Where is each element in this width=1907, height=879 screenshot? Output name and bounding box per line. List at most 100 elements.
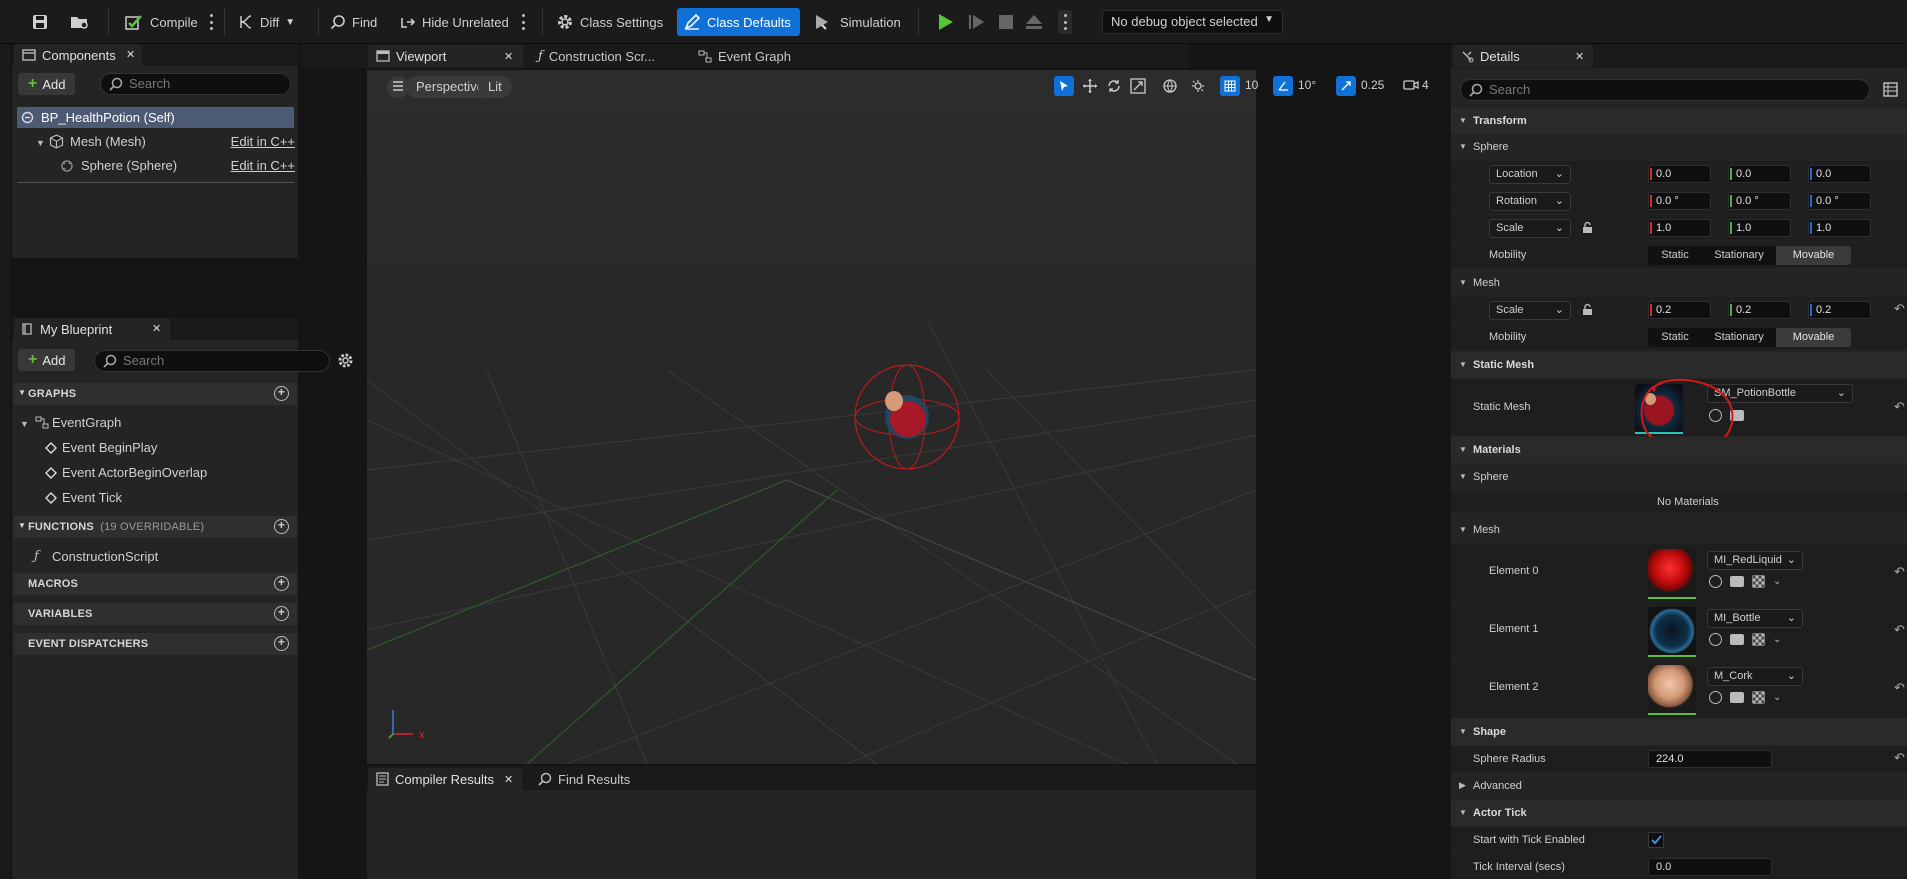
- details-search-input[interactable]: Search: [1460, 79, 1870, 101]
- scale-tool[interactable]: [1130, 78, 1146, 97]
- reset-to-default-icon[interactable]: ↶: [1894, 399, 1905, 415]
- stop-button[interactable]: [998, 14, 1014, 30]
- class-defaults-button[interactable]: Class Defaults: [677, 8, 800, 36]
- reset-to-default-icon[interactable]: ↶: [1894, 680, 1905, 696]
- variables-section-header[interactable]: VARIABLES +: [14, 603, 297, 625]
- materials-sphere-subsection[interactable]: ▼ Sphere: [1451, 464, 1907, 490]
- start-tick-checkbox[interactable]: [1648, 832, 1664, 848]
- browse-folder-icon[interactable]: [1730, 692, 1744, 703]
- sphere-subsection-header[interactable]: ▼ Sphere: [1451, 134, 1907, 160]
- mesh-scale-x-field[interactable]: 0.2: [1648, 301, 1711, 319]
- translate-tool[interactable]: [1082, 78, 1098, 97]
- camera-speed-button[interactable]: [1403, 79, 1419, 94]
- grid-snap-value[interactable]: 10: [1245, 78, 1258, 92]
- scale-snap-value[interactable]: 0.25: [1361, 78, 1384, 92]
- settings-gear-icon[interactable]: [337, 352, 354, 369]
- dispatchers-section-header[interactable]: EVENT DISPATCHERS +: [14, 633, 297, 655]
- scale-z-field[interactable]: 1.0: [1808, 219, 1871, 237]
- material-picker[interactable]: MI_Bottle ⌄: [1707, 609, 1803, 628]
- event-item[interactable]: Event Tick: [62, 490, 122, 505]
- reset-to-default-icon[interactable]: ↶: [1894, 301, 1905, 317]
- viewport-canvas[interactable]: x Perspective Lit: [367, 70, 1256, 764]
- mobility-movable-option[interactable]: Movable: [1776, 246, 1851, 265]
- rotation-snap-toggle[interactable]: [1273, 76, 1293, 96]
- tab-details[interactable]: Details ✕: [1453, 45, 1593, 67]
- compile-button[interactable]: Compile: [118, 8, 204, 36]
- play-options-button[interactable]: [1058, 10, 1072, 34]
- location-x-field[interactable]: 0.0: [1648, 165, 1711, 183]
- use-selected-icon[interactable]: [1709, 691, 1722, 704]
- edit-in-cpp-link[interactable]: Edit in C++: [231, 134, 295, 149]
- tab-viewport[interactable]: Viewport ✕: [368, 45, 523, 67]
- play-button[interactable]: [938, 13, 954, 31]
- mobility-stationary-option[interactable]: Stationary: [1702, 246, 1776, 265]
- lock-icon[interactable]: [1581, 221, 1594, 237]
- graphs-section-header[interactable]: ▼ GRAPHS +: [14, 383, 297, 405]
- add-function-button[interactable]: +: [274, 519, 289, 534]
- location-dropdown[interactable]: Location ⌄: [1489, 165, 1571, 184]
- material-picker[interactable]: MI_RedLiquid ⌄: [1707, 551, 1803, 570]
- scale-snap-toggle[interactable]: [1336, 76, 1356, 96]
- event-item[interactable]: Event BeginPlay: [62, 440, 157, 455]
- close-icon[interactable]: ✕: [126, 48, 135, 61]
- select-tool[interactable]: [1054, 76, 1074, 96]
- diff-button[interactable]: Diff ▼: [232, 8, 301, 36]
- advanced-row[interactable]: ▶ Advanced: [1451, 773, 1907, 799]
- tab-components[interactable]: Components ✕: [14, 44, 142, 66]
- browse-folder-icon[interactable]: [1730, 634, 1744, 645]
- my-blueprint-search-input[interactable]: Search: [94, 350, 330, 372]
- rotation-dropdown[interactable]: Rotation ⌄: [1489, 192, 1571, 211]
- chevron-down-icon[interactable]: ⌄: [1773, 634, 1781, 645]
- surface-snapping-toggle[interactable]: [1190, 78, 1206, 97]
- mobility-movable-option[interactable]: Movable: [1776, 328, 1851, 347]
- components-search-input[interactable]: Search: [100, 73, 291, 95]
- world-space-toggle[interactable]: [1162, 78, 1178, 97]
- reset-to-default-icon[interactable]: ↶: [1894, 564, 1905, 580]
- simulation-button[interactable]: Simulation: [808, 8, 907, 36]
- checker-icon[interactable]: [1752, 633, 1765, 646]
- sphere-radius-field[interactable]: 224.0: [1648, 750, 1772, 768]
- find-button[interactable]: Find: [324, 8, 383, 36]
- lock-icon[interactable]: [1581, 303, 1594, 319]
- materials-mesh-subsection[interactable]: ▼ Mesh: [1451, 517, 1907, 543]
- mesh-subsection-header[interactable]: ▼ Mesh: [1451, 270, 1907, 296]
- tab-event-graph[interactable]: Event Graph: [690, 45, 799, 67]
- step-button[interactable]: [968, 13, 986, 31]
- mobility-selector[interactable]: Static Stationary Movable: [1648, 246, 1851, 265]
- add-macro-button[interactable]: +: [274, 576, 289, 591]
- material-thumbnail[interactable]: [1648, 607, 1696, 655]
- save-button[interactable]: [26, 8, 54, 36]
- close-icon[interactable]: ✕: [504, 50, 513, 63]
- mobility-static-option[interactable]: Static: [1648, 246, 1702, 265]
- event-graph-item[interactable]: ▼: [20, 415, 35, 430]
- class-settings-button[interactable]: Class Settings: [550, 8, 669, 36]
- eject-button[interactable]: [1025, 13, 1043, 31]
- component-row-mesh[interactable]: ▼: [36, 134, 45, 149]
- materials-section-header[interactable]: ▼ Materials: [1451, 437, 1907, 463]
- scale-y-field[interactable]: 1.0: [1728, 219, 1791, 237]
- location-y-field[interactable]: 0.0: [1728, 165, 1791, 183]
- tab-find-results[interactable]: Find Results: [530, 768, 638, 790]
- functions-section-header[interactable]: ▼ FUNCTIONS (19 OVERRIDABLE) +: [14, 516, 297, 538]
- use-selected-icon[interactable]: [1709, 575, 1722, 588]
- edit-in-cpp-link[interactable]: Edit in C++: [231, 158, 295, 173]
- rotate-tool[interactable]: [1106, 78, 1122, 97]
- construction-script-item[interactable]: ConstructionScript: [52, 549, 158, 564]
- grid-snap-toggle[interactable]: [1220, 76, 1240, 96]
- checker-icon[interactable]: [1752, 575, 1765, 588]
- tab-my-blueprint[interactable]: My Blueprint ✕: [14, 318, 170, 340]
- hide-unrelated-button[interactable]: Hide Unrelated: [394, 8, 515, 36]
- mobility-stationary-option[interactable]: Stationary: [1702, 328, 1776, 347]
- mesh-scale-z-field[interactable]: 0.2: [1808, 301, 1871, 319]
- reset-to-default-icon[interactable]: ↶: [1894, 622, 1905, 638]
- mesh-scale-dropdown[interactable]: Scale ⌄: [1489, 301, 1571, 320]
- rotation-snap-value[interactable]: 10°: [1298, 78, 1316, 92]
- event-item[interactable]: Event ActorBeginOverlap: [62, 465, 207, 480]
- browse-folder-icon[interactable]: [1730, 576, 1744, 587]
- chevron-down-icon[interactable]: ⌄: [1773, 692, 1781, 703]
- add-variable-button[interactable]: +: [274, 606, 289, 621]
- transform-section-header[interactable]: ▼ Transform: [1451, 108, 1907, 134]
- scale-dropdown[interactable]: Scale ⌄: [1489, 219, 1571, 238]
- close-icon[interactable]: ✕: [152, 322, 161, 335]
- material-thumbnail[interactable]: [1648, 665, 1696, 713]
